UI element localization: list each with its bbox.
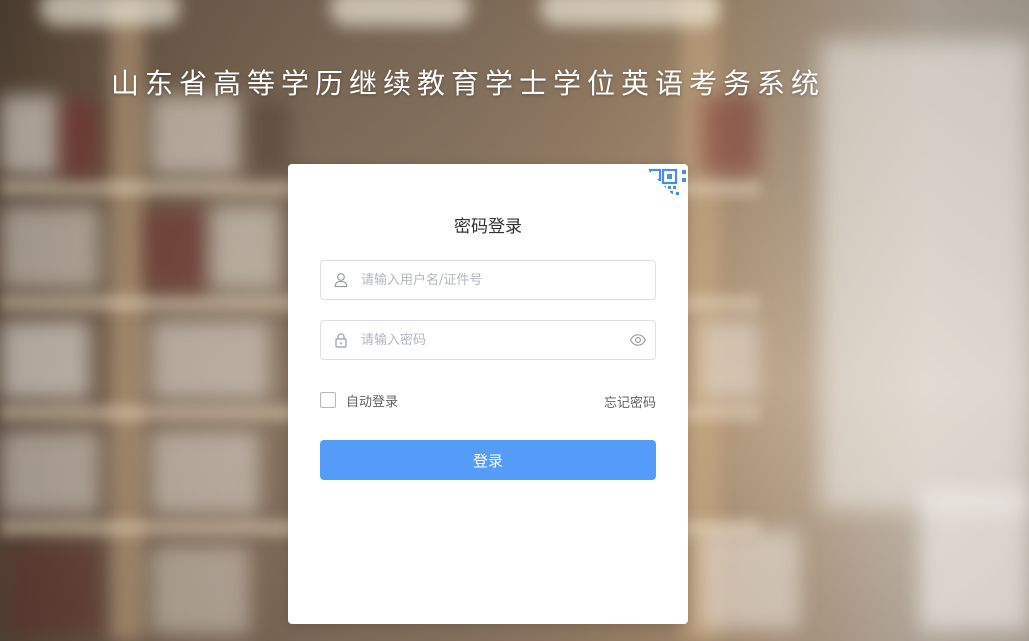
checkbox-box[interactable] (320, 392, 336, 408)
lock-icon (333, 332, 349, 348)
password-input[interactable] (361, 321, 631, 359)
eye-icon[interactable] (629, 332, 647, 348)
qr-code-icon[interactable] (642, 164, 688, 210)
login-button[interactable]: 登录 (320, 440, 656, 480)
auto-login-checkbox[interactable]: 自动登录 (320, 391, 398, 410)
auto-login-label[interactable]: 自动登录 (346, 391, 398, 410)
page-title: 山东省高等学历继续教育学士学位英语考务系统 (111, 67, 826, 100)
login-title: 密码登录 (454, 217, 522, 237)
password-field (320, 320, 656, 360)
login-card: 密码登录 自动登录 忘记密码 登录 (288, 164, 688, 624)
forgot-password-link[interactable]: 忘记密码 (604, 392, 656, 411)
user-icon (333, 272, 349, 288)
username-input[interactable] (361, 261, 631, 299)
username-field (320, 260, 656, 300)
